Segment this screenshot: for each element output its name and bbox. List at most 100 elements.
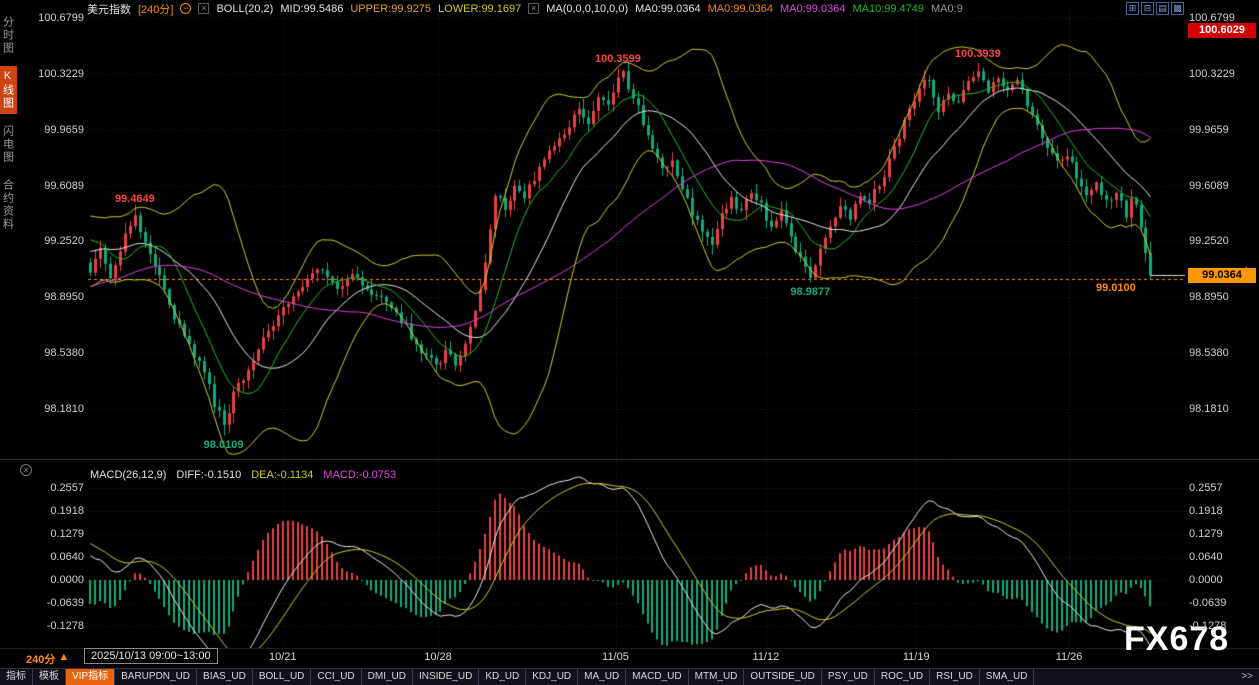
toolbar-item-16[interactable]: ROC_UD — [875, 669, 930, 685]
macd-dea-value: DEA:-0.1134 — [251, 469, 313, 481]
chart-type-sidebar: 分时图 K线图 闪电图 合约资料 — [0, 12, 15, 235]
macd-y-axis-label: 0.1918 — [30, 505, 84, 517]
main-y-axis-label: 99.9659 — [1189, 124, 1229, 136]
toolbar-item-15[interactable]: PSY_UD — [822, 669, 875, 685]
toolbar-item-5[interactable]: BOLL_UD — [253, 669, 312, 685]
toolbar-item-0[interactable]: 指标 — [0, 669, 33, 685]
macd-y-axis-label: 0.0000 — [1189, 574, 1223, 586]
macd-diff-value: DIFF:-0.1510 — [176, 469, 241, 481]
window-layout-icon-2[interactable]: ⊟ — [1141, 2, 1154, 15]
main-y-axis-label: 99.2520 — [1189, 235, 1229, 247]
chart-header: 美元指数 [240分] − × BOLL(20,2) MID:99.5486 U… — [87, 1, 963, 16]
symbol-name: 美元指数 — [87, 1, 131, 16]
window-layout-icon-3[interactable]: ▤ — [1156, 2, 1169, 15]
ma-values: MA0:99.0364 MA0:99.0364 MA0:99.0364 MA10:99… — [635, 3, 963, 15]
macd-y-axis-label: 0.0000 — [30, 574, 84, 586]
toolbar-item-12[interactable]: MACD_UD — [626, 669, 688, 685]
ma-value: MA10:99.4749 — [852, 3, 924, 15]
macd-y-axis-label: -0.1278 — [1189, 620, 1226, 632]
boll-params-label: BOLL(20,2) — [216, 3, 273, 15]
period-selector[interactable]: 240分 ▲ — [26, 651, 69, 667]
x-axis-date-label: 10/21 — [261, 651, 305, 663]
window-controls: ⊞⊟▤▩ — [1126, 2, 1184, 15]
macd-y-axis-label: -0.1278 — [30, 620, 84, 632]
x-axis-date-label: 10/28 — [416, 651, 460, 663]
macd-y-axis-label: 0.2557 — [30, 482, 84, 494]
main-y-axis-label: 100.6799 — [30, 12, 84, 24]
main-y-axis-label: 98.1810 — [30, 403, 84, 415]
macd-header: MACD(26,12,9) DIFF:-0.1510 DEA:-0.1134 M… — [90, 469, 396, 481]
price-annotation: 100.3939 — [943, 48, 1013, 60]
toolbar-item-17[interactable]: RSI_UD — [930, 669, 980, 685]
bottom-toolbar: 指标模板VIP指标BARUPDN_UDBIAS_UDBOLL_UDCCI_UDD… — [0, 668, 1259, 685]
toolbar-item-8[interactable]: INSIDE_UD — [413, 669, 479, 685]
sidebar-item-time-chart[interactable]: 分时图 — [0, 12, 17, 59]
main-y-axis-label: 98.5380 — [30, 347, 84, 359]
x-axis-date-label: 11/19 — [894, 651, 938, 663]
macd-params-label: MACD(26,12,9) — [90, 469, 166, 481]
toolbar-item-11[interactable]: MA_UD — [578, 669, 626, 685]
boll-lower-value: LOWER:99.1697 — [438, 3, 521, 15]
time-range-box: 2025/10/13 09:00~13:00 — [84, 648, 218, 664]
main-y-axis-label: 99.6089 — [1189, 180, 1229, 192]
sidebar-item-contract-info[interactable]: 合约资料 — [0, 175, 17, 235]
main-y-axis-label: 99.9659 — [30, 124, 84, 136]
toolbar-item-10[interactable]: KDJ_UD — [526, 669, 578, 685]
toolbar-item-1[interactable]: 模板 — [33, 669, 66, 685]
price-annotation: 98.9877 — [775, 286, 845, 298]
toolbar-item-2[interactable]: VIP指标 — [66, 669, 115, 685]
zoom-out-icon[interactable]: − — [180, 3, 191, 14]
main-y-axis-label: 98.1810 — [1189, 403, 1229, 415]
boll-upper-value: UPPER:99.9275 — [350, 3, 431, 15]
main-y-axis-label: 98.5380 — [1189, 347, 1229, 359]
price-annotation: 98.0109 — [189, 439, 259, 451]
macd-panel-close-icon[interactable]: × — [20, 464, 32, 476]
sidebar-item-kline-chart[interactable]: K线图 — [0, 66, 17, 114]
macd-y-axis-label: 0.0640 — [30, 551, 84, 563]
boll-mid-value: MID:99.5486 — [280, 3, 343, 15]
remove-ma-indicator-icon[interactable]: × — [528, 3, 539, 14]
macd-y-axis-label: 0.0640 — [1189, 551, 1223, 563]
price-annotation: 99.0100 — [1081, 282, 1151, 294]
remove-boll-indicator-icon[interactable]: × — [198, 3, 209, 14]
toolbar-item-18[interactable]: SMA_UD — [980, 669, 1035, 685]
ma-value: MA0:99.0364 — [708, 3, 773, 15]
x-axis-date-label: 11/12 — [744, 651, 788, 663]
ma-value: MA0:9 — [931, 3, 963, 15]
main-y-axis-label: 98.8950 — [1189, 291, 1229, 303]
macd-y-axis-label: 0.1279 — [30, 528, 84, 540]
toolbar-item-14[interactable]: OUTSIDE_UD — [744, 669, 821, 685]
toolbar-item-6[interactable]: CCI_UD — [311, 669, 361, 685]
x-axis-date-label: 11/26 — [1047, 651, 1091, 663]
ma-value: MA0:99.0364 — [780, 3, 845, 15]
macd-y-axis-label: -0.0639 — [1189, 597, 1226, 609]
price-annotation: 100.3599 — [583, 53, 653, 65]
toolbar-item-3[interactable]: BARUPDN_UD — [115, 669, 197, 685]
main-y-axis-label: 100.3229 — [1189, 68, 1235, 80]
toolbar-item-19[interactable]: >> — [1235, 669, 1259, 685]
macd-y-axis-label: 0.1918 — [1189, 505, 1223, 517]
main-y-axis-label: 98.8950 — [30, 291, 84, 303]
window-layout-icon-1[interactable]: ⊞ — [1126, 2, 1139, 15]
macd-value: MACD:-0.0753 — [323, 469, 396, 481]
ma-params-label: MA(0,0,0,10,0,0) — [546, 3, 628, 15]
toolbar-item-7[interactable]: DMI_UD — [362, 669, 413, 685]
sidebar-item-lightning-chart[interactable]: 闪电图 — [0, 121, 17, 168]
period-selector-label: 240分 — [26, 651, 55, 667]
toolbar-item-9[interactable]: KD_UD — [479, 669, 526, 685]
main-y-axis-label: 99.2520 — [30, 235, 84, 247]
period-label: [240分] — [138, 1, 173, 16]
macd-y-axis-label: -0.0639 — [30, 597, 84, 609]
toolbar-item-4[interactable]: BIAS_UD — [197, 669, 253, 685]
last-price-tag: 99.0364 — [1188, 268, 1256, 283]
dropdown-triangle-icon: ▲ — [58, 651, 69, 667]
main-y-axis-label: 100.3229 — [30, 68, 84, 80]
x-axis-date-label: 11/05 — [594, 651, 638, 663]
toolbar-item-13[interactable]: MTM_UD — [689, 669, 745, 685]
macd-y-axis-label: 0.2557 — [1189, 482, 1223, 494]
window-layout-icon-4[interactable]: ▩ — [1171, 2, 1184, 15]
ma-value: MA0:99.0364 — [635, 3, 700, 15]
high-price-tag: 100.6029 — [1188, 23, 1256, 38]
kline-chart-canvas[interactable] — [0, 0, 1259, 685]
price-annotation: 99.4649 — [100, 193, 170, 205]
